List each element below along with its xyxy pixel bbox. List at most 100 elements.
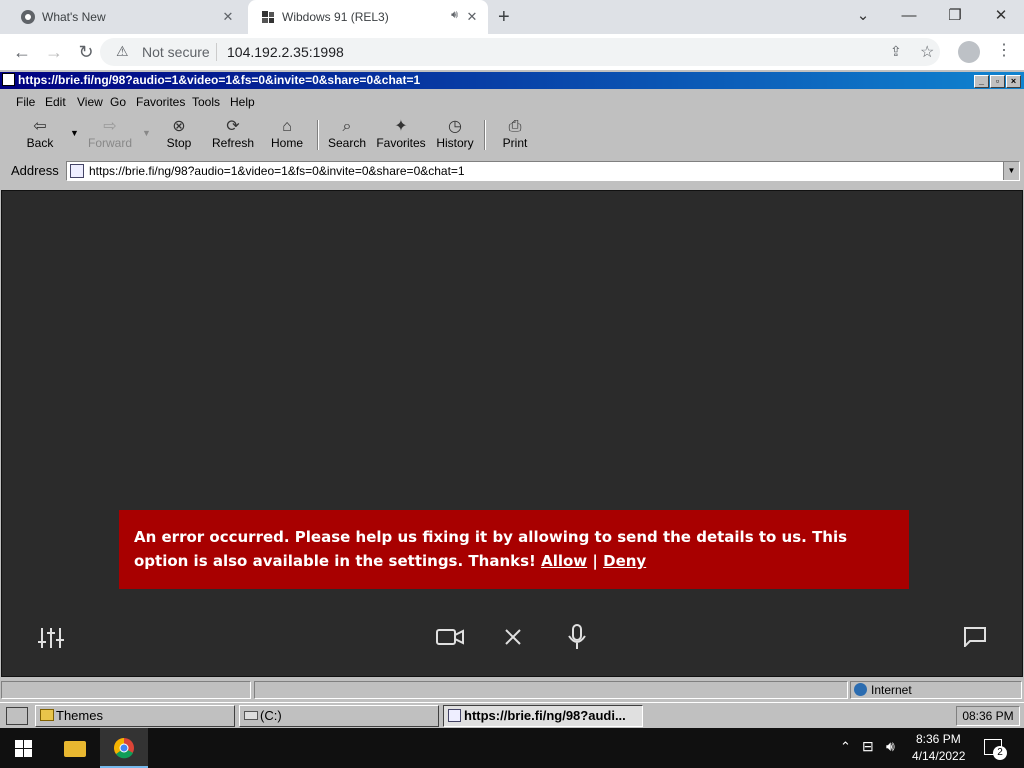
video-call-page: An error occurred. Please help us fixing… <box>1 190 1023 677</box>
w91-clock: 08:36 PM <box>956 706 1020 726</box>
ie-maximize-button[interactable]: ▫ <box>990 75 1005 88</box>
chrome-tab-strip: What's New ✕ Wibdows 91 (REL3) 🔊︎ ✕ + ⌄ … <box>0 0 1024 34</box>
ie-home-button[interactable]: ⌂ Home <box>261 116 313 154</box>
ie-back-button[interactable]: ⇦ Back <box>14 116 66 154</box>
ie-forward-button[interactable]: ⇨ Forward <box>84 116 136 154</box>
ie-stop-button[interactable]: ⊗ Stop <box>153 116 205 154</box>
task-themes[interactable]: Themes <box>35 705 235 727</box>
reload-icon[interactable]: ↻ <box>74 40 98 64</box>
close-tab-icon[interactable]: ✕ <box>464 9 480 25</box>
address-dropdown-icon[interactable]: ▼ <box>1003 162 1019 180</box>
restore-button[interactable]: ❐ <box>932 4 978 30</box>
back-dropdown-icon[interactable]: ▼ <box>70 128 79 138</box>
tab-wibdows-91[interactable]: Wibdows 91 (REL3) 🔊︎ ✕ <box>248 0 488 34</box>
volume-icon[interactable]: 🔊︎ <box>886 738 895 755</box>
taskbar-time[interactable]: 8:36 PM <box>916 732 961 746</box>
profile-avatar[interactable] <box>958 41 980 63</box>
chrome-icon <box>21 10 35 24</box>
close-window-button[interactable]: ✕ <box>978 4 1024 30</box>
ie-menu-bar: File Edit View Go Favorites Tools Help <box>0 92 1024 112</box>
address-value: https://brie.fi/ng/98?audio=1&video=1&fs… <box>89 164 465 178</box>
ie-address-input[interactable]: https://brie.fi/ng/98?audio=1&video=1&fs… <box>66 161 1020 181</box>
tab-whats-new[interactable]: What's New ✕ <box>8 0 244 34</box>
tab-search-icon[interactable]: ⌄ <box>840 4 886 30</box>
chevron-up-icon[interactable]: ⌃ <box>840 739 851 755</box>
deny-link[interactable]: Deny <box>603 552 646 570</box>
ie-search-button[interactable]: ⌕ Search <box>321 116 373 154</box>
minimize-button[interactable]: — <box>886 4 932 30</box>
task-c-drive[interactable]: (C:) <box>239 705 439 727</box>
warning-icon[interactable]: ⚠ <box>116 43 129 60</box>
tab-title: Wibdows 91 (REL3) <box>282 10 389 24</box>
ie-address-row: Address https://brie.fi/ng/98?audio=1&vi… <box>0 160 1024 182</box>
start-icon[interactable] <box>6 707 28 725</box>
menu-tools[interactable]: Tools <box>192 95 220 109</box>
url-text[interactable]: 104.192.2.35:1998 <box>227 44 344 60</box>
ie-close-button[interactable]: × <box>1006 75 1021 88</box>
settings-sliders-icon[interactable] <box>38 626 64 650</box>
ie-favorites-button[interactable]: ✦ Favorites <box>375 116 427 154</box>
search-icon: ⌕ <box>342 118 352 135</box>
microphone-icon[interactable] <box>568 624 586 650</box>
page-icon <box>70 164 84 178</box>
task-ie[interactable]: https://brie.fi/ng/98?audi... <box>443 705 643 727</box>
close-tab-icon[interactable]: ✕ <box>220 9 236 25</box>
menu-favorites[interactable]: Favorites <box>136 95 185 109</box>
page-icon <box>448 709 461 722</box>
printer-icon: ⎙ <box>508 118 522 135</box>
zone-pane: Internet <box>850 681 1022 699</box>
ie-toolbar: ⇦ Back ▼ ⇨ Forward ▼ ⊗ Stop ⟳ Refresh ⌂ Home … <box>0 114 1024 156</box>
omnibox[interactable]: ⚠ Not secure 104.192.2.35:1998 ⇪ ☆ <box>100 38 940 66</box>
menu-edit[interactable]: Edit <box>45 95 66 109</box>
ie-print-button[interactable]: ⎙ Print <box>489 116 541 154</box>
status-pane <box>254 681 848 699</box>
menu-dots-icon[interactable]: ⋮ <box>996 40 1012 60</box>
divider <box>216 43 217 61</box>
network-icon[interactable]: ⊟ <box>862 738 874 755</box>
folder-icon <box>40 709 54 721</box>
allow-link[interactable]: Allow <box>541 552 587 570</box>
forward-arrow-icon[interactable]: → <box>42 40 66 64</box>
back-arrow-icon[interactable]: ← <box>10 40 34 64</box>
ie-title-text: https://brie.fi/ng/98?audio=1&video=1&fs… <box>18 73 421 87</box>
menu-help[interactable]: Help <box>230 95 255 109</box>
share-icon[interactable]: ⇪ <box>890 43 902 60</box>
ie-minimize-button[interactable]: _ <box>974 75 989 88</box>
star-icon[interactable]: ☆ <box>920 42 934 62</box>
error-banner: An error occurred. Please help us fixing… <box>119 510 909 589</box>
ie-refresh-button[interactable]: ⟳ Refresh <box>207 116 259 154</box>
address-label: Address <box>11 163 59 178</box>
taskbar-date[interactable]: 4/14/2022 <box>912 749 965 763</box>
chrome-toolbar: ← → ↻ ⚠ Not secure 104.192.2.35:1998 ⇪ ☆… <box>0 34 1024 70</box>
zone-label: Internet <box>871 683 912 697</box>
speaker-icon[interactable]: 🔊︎ <box>451 9 458 22</box>
back-arrow-icon: ⇦ <box>33 118 47 135</box>
home-icon: ⌂ <box>282 118 292 135</box>
menu-file[interactable]: File <box>16 95 35 109</box>
ie-status-bar: Internet <box>0 680 1024 700</box>
refresh-icon: ⟳ <box>226 118 240 135</box>
windows-logo-icon <box>262 11 274 23</box>
chrome-taskbar-button[interactable] <box>100 728 148 768</box>
globe-icon <box>854 683 867 696</box>
security-label[interactable]: Not secure <box>142 44 210 60</box>
ie-history-button[interactable]: ◷ History <box>429 116 481 154</box>
menu-view[interactable]: View <box>77 95 103 109</box>
w91-taskbar: Themes (C:) https://brie.fi/ng/98?audi..… <box>0 702 1024 728</box>
ie-title-bar: https://brie.fi/ng/98?audio=1&video=1&fs… <box>0 72 1024 89</box>
menu-go[interactable]: Go <box>110 95 126 109</box>
history-icon: ◷ <box>448 118 462 135</box>
notification-icon[interactable]: 2 <box>984 739 1007 760</box>
video-camera-icon[interactable] <box>436 628 464 646</box>
forward-arrow-icon: ⇨ <box>103 118 117 135</box>
stop-icon: ⊗ <box>172 118 186 135</box>
chat-bubble-icon[interactable] <box>964 627 986 647</box>
hangup-x-icon[interactable] <box>504 628 522 646</box>
notification-count: 2 <box>993 746 1007 760</box>
forward-dropdown-icon[interactable]: ▼ <box>142 128 151 138</box>
windows-start-icon[interactable] <box>15 740 32 757</box>
drive-icon <box>244 711 258 720</box>
file-explorer-icon[interactable] <box>64 741 86 757</box>
chrome-icon <box>114 738 134 759</box>
new-tab-button[interactable]: + <box>498 6 510 29</box>
